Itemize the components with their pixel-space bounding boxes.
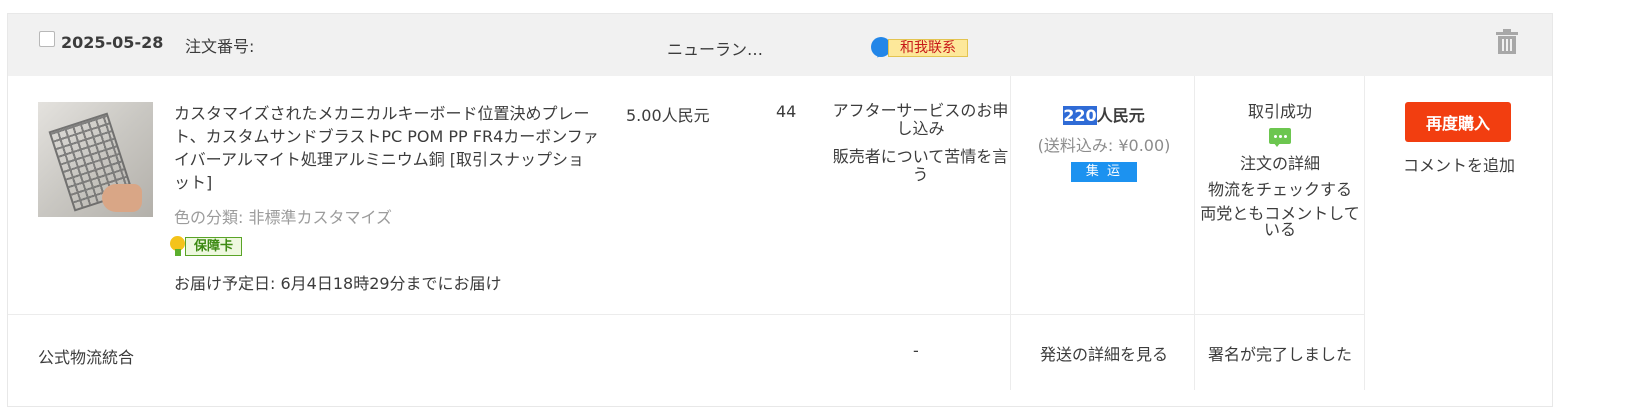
check-logistics-link[interactable]: 物流をチェックする [1195,180,1365,200]
total-amount-number: 220 [1063,106,1097,125]
order-number-label: 注文番号: [185,37,255,56]
add-comment-link[interactable]: コメントを追加 [1366,152,1552,176]
both-commented-link[interactable]: 両党ともコメントしている [1195,206,1365,238]
delivery-estimate: お届け予定日: 6月4日18時29分までにお届け [174,274,502,293]
total-currency: 人民元 [1096,106,1145,125]
contact-seller-label: 和我联系 [888,39,968,57]
complaint-link[interactable]: 販売者について苦情を言う [828,148,1013,184]
order-details-link[interactable]: 注文の詳細 [1195,154,1365,174]
total-amount: 220人民元 [1012,102,1196,126]
shop-name-link[interactable]: ニューラン… [667,36,763,60]
message-icon[interactable] [1269,128,1291,147]
rebuy-button[interactable]: 再度購入 [1405,102,1511,142]
order-status: 取引成功 注文の詳細 物流をチェックする 両党ともコメントしている [1195,102,1365,238]
product-title-link[interactable]: カスタマイズされたメカニカルキーボード位置決めプレート、カスタムサンドブラストP… [174,102,599,194]
order-select-checkbox[interactable] [39,31,55,47]
logistics-label: 公式物流統合 [38,348,135,367]
unit-price: 5.00人民元 [626,106,710,125]
guarantee-card-icon-stem [175,249,181,256]
after-sales-link[interactable]: アフターサービスのお申し込み [828,102,1013,138]
hand-picture [102,184,142,212]
order-total: 220人民元 (送料込み: ¥0.00) 集 运 [1012,102,1196,182]
guarantee-card-label: 保障卡 [185,237,242,256]
quantity: 44 [776,102,797,121]
trash-icon[interactable] [1494,29,1520,59]
divider [8,314,1365,315]
service-links: アフターサービスのお申し込み 販売者について苦情を言う [828,102,1013,194]
product-color: 色の分類: 非標準カスタマイズ [174,208,392,227]
order-card: 2025-05-28 注文番号: ニューラン… 和我联系 カスタマイズされたメカ… [7,13,1553,407]
consolidated-shipping-badge: 集 运 [1071,162,1137,182]
product-image[interactable] [38,102,153,217]
signed-status: 署名が完了しました [1207,345,1352,364]
order-header: 2025-05-28 注文番号: ニューラン… 和我联系 [8,14,1552,76]
shipping-included: (送料込み: ¥0.00) [1037,136,1171,155]
logistics-placeholder: - [913,341,919,360]
status-text: 取引成功 [1247,102,1312,121]
shipping-details-link[interactable]: 発送の詳細を見る [1012,341,1196,365]
order-date: 2025-05-28 [61,33,164,52]
